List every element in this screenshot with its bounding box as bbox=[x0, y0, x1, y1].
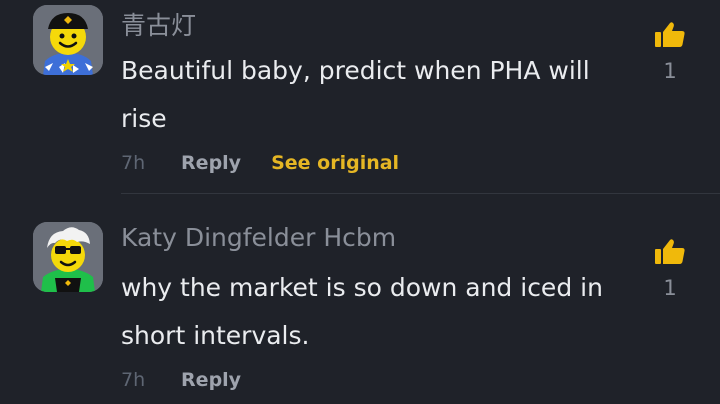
comment-meta: 7h Reply See original bbox=[121, 152, 399, 180]
see-original-button[interactable]: See original bbox=[271, 152, 399, 174]
comment-time: 7h bbox=[121, 152, 146, 174]
thumbs-up-icon[interactable] bbox=[655, 21, 685, 47]
comment-item: Katy Dingfelder Hcbm why the market is s… bbox=[0, 194, 720, 404]
comment-time: 7h bbox=[121, 369, 146, 391]
comment-text: why the market is so down and iced in sh… bbox=[121, 273, 603, 350]
comment-meta: 7h Reply bbox=[121, 369, 265, 397]
comment-username[interactable]: 青古灯 bbox=[121, 6, 196, 42]
avatar[interactable] bbox=[33, 222, 103, 292]
avatar[interactable] bbox=[33, 5, 103, 75]
thumbs-up-icon[interactable] bbox=[655, 238, 685, 264]
comment-text: Beautiful baby, predict when PHA will ri… bbox=[121, 56, 590, 133]
like-count: 1 bbox=[663, 276, 677, 300]
smiley-avatar-icon bbox=[33, 5, 103, 75]
reply-button[interactable]: Reply bbox=[181, 369, 265, 391]
smiley-avatar-icon bbox=[33, 222, 103, 292]
reply-button[interactable]: Reply bbox=[181, 152, 265, 174]
comment-username[interactable]: Katy Dingfelder Hcbm bbox=[121, 223, 396, 252]
comment-item: 青古灯 Beautiful baby, predict when PHA wil… bbox=[0, 0, 720, 193]
like-count: 1 bbox=[663, 59, 677, 83]
